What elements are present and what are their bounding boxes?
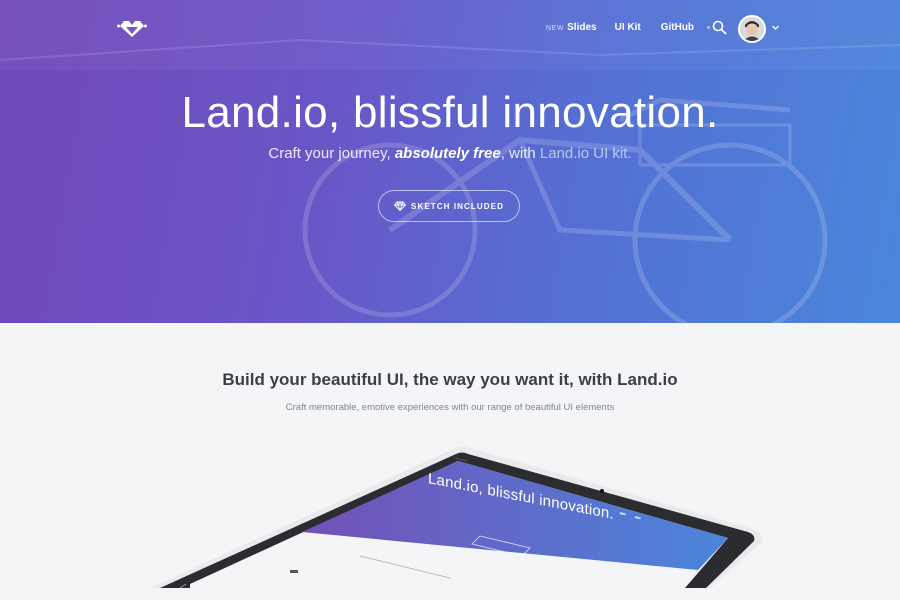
hero-subtitle-emphasis: absolutely free	[394, 145, 501, 162]
nav-link-slides[interactable]: NEW Slides	[546, 22, 597, 33]
chevron-down-icon[interactable]	[771, 23, 780, 32]
search-icon[interactable]	[712, 20, 727, 35]
nav-links: NEW Slides UI Kit GitHub	[546, 22, 725, 33]
hero-subtitle-text: , with	[500, 145, 540, 162]
top-navigation: NEW Slides UI Kit GitHub	[0, 0, 900, 56]
section-title: Build your beautiful UI, the way you wan…	[222, 370, 678, 389]
nav-link-ui-kit[interactable]: UI Kit	[615, 22, 641, 33]
new-badge: NEW	[546, 25, 565, 32]
tablet-mockup-image	[150, 446, 770, 588]
hero-subtitle-text: Craft your journey,	[268, 145, 395, 162]
hero-subtitle-link[interactable]: Land.io UI kit.	[540, 145, 632, 162]
cta-label: SKETCH INCLUDED	[411, 201, 504, 211]
diamond-icon	[394, 201, 407, 211]
nav-link-label: GitHub	[660, 22, 695, 33]
avatar[interactable]	[738, 15, 766, 43]
logo-icon[interactable]	[117, 18, 147, 38]
hero-title: Land.io, blissful innovation.	[181, 88, 719, 137]
user-photo-icon	[740, 17, 764, 41]
sketch-included-button[interactable]: SKETCH INCLUDED	[378, 190, 520, 222]
hero-section: NEW Slides UI Kit GitHub Land.io, blissf…	[0, 0, 900, 323]
section-subtitle: Craft memorable, emotive experiences wit…	[285, 402, 615, 413]
nav-link-label: UI Kit	[614, 22, 641, 33]
hero-subtitle: Craft your journey, absolutely free, wit…	[0, 145, 900, 162]
nav-separator-dot	[707, 26, 711, 29]
nav-link-github[interactable]: GitHub	[661, 22, 694, 33]
nav-link-label: Slides	[567, 22, 597, 33]
